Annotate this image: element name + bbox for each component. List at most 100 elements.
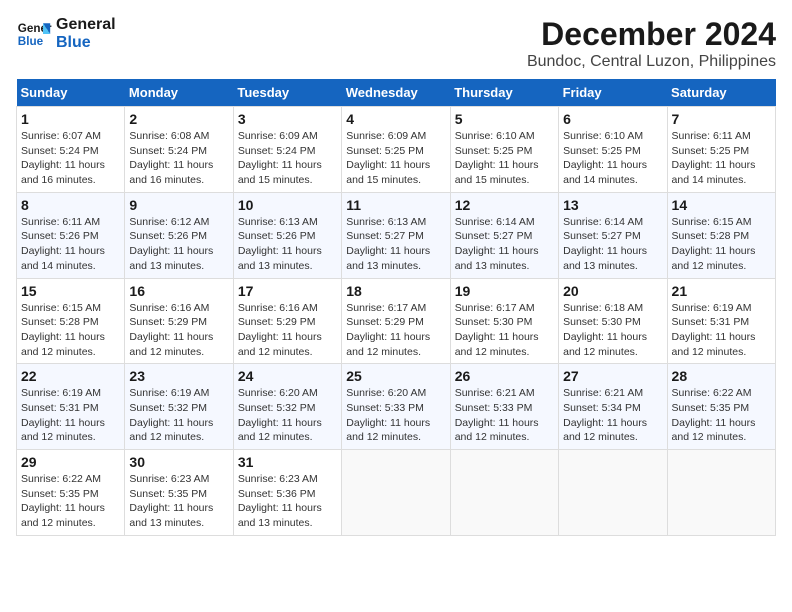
daylight-label: Daylight: 11 hours and 12 minutes. — [455, 331, 539, 358]
day-number: 28 — [672, 368, 771, 384]
day-info: Sunrise: 6:14 AM Sunset: 5:27 PM Dayligh… — [563, 215, 662, 274]
day-number: 17 — [238, 283, 337, 299]
day-info: Sunrise: 6:09 AM Sunset: 5:24 PM Dayligh… — [238, 129, 337, 188]
calendar-cell: 18 Sunrise: 6:17 AM Sunset: 5:29 PM Dayl… — [342, 278, 450, 364]
sunset-label: Sunset: 5:25 PM — [346, 145, 424, 157]
daylight-label: Daylight: 11 hours and 12 minutes. — [21, 331, 105, 358]
calendar-cell — [450, 450, 558, 536]
calendar-week-2: 8 Sunrise: 6:11 AM Sunset: 5:26 PM Dayli… — [17, 192, 776, 278]
calendar-week-1: 1 Sunrise: 6:07 AM Sunset: 5:24 PM Dayli… — [17, 107, 776, 193]
page-container: General Blue General Blue December 2024 … — [16, 16, 776, 536]
weekday-header-thursday: Thursday — [450, 79, 558, 107]
day-info: Sunrise: 6:21 AM Sunset: 5:34 PM Dayligh… — [563, 386, 662, 445]
daylight-label: Daylight: 11 hours and 16 minutes. — [129, 159, 213, 186]
sunset-label: Sunset: 5:28 PM — [21, 316, 99, 328]
day-info: Sunrise: 6:17 AM Sunset: 5:30 PM Dayligh… — [455, 301, 554, 360]
daylight-label: Daylight: 11 hours and 12 minutes. — [672, 417, 756, 444]
day-info: Sunrise: 6:13 AM Sunset: 5:27 PM Dayligh… — [346, 215, 445, 274]
day-number: 18 — [346, 283, 445, 299]
sunset-label: Sunset: 5:32 PM — [129, 402, 207, 414]
calendar-cell — [559, 450, 667, 536]
day-number: 13 — [563, 197, 662, 213]
day-number: 26 — [455, 368, 554, 384]
day-number: 4 — [346, 111, 445, 127]
day-info: Sunrise: 6:09 AM Sunset: 5:25 PM Dayligh… — [346, 129, 445, 188]
header: General Blue General Blue December 2024 … — [16, 16, 776, 71]
sunset-label: Sunset: 5:25 PM — [672, 145, 750, 157]
day-info: Sunrise: 6:15 AM Sunset: 5:28 PM Dayligh… — [21, 301, 120, 360]
sunrise-label: Sunrise: 6:13 AM — [238, 216, 318, 228]
daylight-label: Daylight: 11 hours and 12 minutes. — [129, 417, 213, 444]
daylight-label: Daylight: 11 hours and 12 minutes. — [346, 331, 430, 358]
sunset-label: Sunset: 5:35 PM — [672, 402, 750, 414]
daylight-label: Daylight: 11 hours and 13 minutes. — [129, 245, 213, 272]
daylight-label: Daylight: 11 hours and 13 minutes. — [563, 245, 647, 272]
day-number: 6 — [563, 111, 662, 127]
daylight-label: Daylight: 11 hours and 13 minutes. — [346, 245, 430, 272]
day-number: 27 — [563, 368, 662, 384]
title-section: December 2024 Bundoc, Central Luzon, Phi… — [527, 16, 776, 71]
sunset-label: Sunset: 5:26 PM — [238, 230, 316, 242]
day-number: 25 — [346, 368, 445, 384]
day-info: Sunrise: 6:20 AM Sunset: 5:33 PM Dayligh… — [346, 386, 445, 445]
calendar-cell: 6 Sunrise: 6:10 AM Sunset: 5:25 PM Dayli… — [559, 107, 667, 193]
daylight-label: Daylight: 11 hours and 15 minutes. — [455, 159, 539, 186]
day-number: 5 — [455, 111, 554, 127]
sunset-label: Sunset: 5:27 PM — [455, 230, 533, 242]
sunset-label: Sunset: 5:30 PM — [563, 316, 641, 328]
calendar-cell: 23 Sunrise: 6:19 AM Sunset: 5:32 PM Dayl… — [125, 364, 233, 450]
day-number: 24 — [238, 368, 337, 384]
day-number: 20 — [563, 283, 662, 299]
daylight-label: Daylight: 11 hours and 12 minutes. — [563, 331, 647, 358]
daylight-label: Daylight: 11 hours and 16 minutes. — [21, 159, 105, 186]
weekday-header-row: SundayMondayTuesdayWednesdayThursdayFrid… — [17, 79, 776, 107]
daylight-label: Daylight: 11 hours and 12 minutes. — [238, 331, 322, 358]
svg-text:Blue: Blue — [18, 35, 44, 48]
sunset-label: Sunset: 5:32 PM — [238, 402, 316, 414]
day-info: Sunrise: 6:13 AM Sunset: 5:26 PM Dayligh… — [238, 215, 337, 274]
day-info: Sunrise: 6:17 AM Sunset: 5:29 PM Dayligh… — [346, 301, 445, 360]
sunrise-label: Sunrise: 6:13 AM — [346, 216, 426, 228]
calendar-cell: 12 Sunrise: 6:14 AM Sunset: 5:27 PM Dayl… — [450, 192, 558, 278]
day-info: Sunrise: 6:19 AM Sunset: 5:32 PM Dayligh… — [129, 386, 228, 445]
sunrise-label: Sunrise: 6:14 AM — [563, 216, 643, 228]
sunset-label: Sunset: 5:24 PM — [21, 145, 99, 157]
sunrise-label: Sunrise: 6:11 AM — [672, 130, 751, 142]
day-info: Sunrise: 6:12 AM Sunset: 5:26 PM Dayligh… — [129, 215, 228, 274]
daylight-label: Daylight: 11 hours and 14 minutes. — [672, 159, 756, 186]
day-info: Sunrise: 6:20 AM Sunset: 5:32 PM Dayligh… — [238, 386, 337, 445]
day-number: 3 — [238, 111, 337, 127]
day-number: 11 — [346, 197, 445, 213]
calendar-subtitle: Bundoc, Central Luzon, Philippines — [527, 53, 776, 71]
calendar-cell: 4 Sunrise: 6:09 AM Sunset: 5:25 PM Dayli… — [342, 107, 450, 193]
day-info: Sunrise: 6:19 AM Sunset: 5:31 PM Dayligh… — [672, 301, 771, 360]
sunrise-label: Sunrise: 6:10 AM — [455, 130, 535, 142]
sunrise-label: Sunrise: 6:09 AM — [238, 130, 318, 142]
day-info: Sunrise: 6:10 AM Sunset: 5:25 PM Dayligh… — [563, 129, 662, 188]
sunrise-label: Sunrise: 6:22 AM — [21, 473, 101, 485]
day-number: 22 — [21, 368, 120, 384]
calendar-cell: 29 Sunrise: 6:22 AM Sunset: 5:35 PM Dayl… — [17, 450, 125, 536]
day-number: 31 — [238, 454, 337, 470]
sunset-label: Sunset: 5:33 PM — [455, 402, 533, 414]
calendar-cell: 5 Sunrise: 6:10 AM Sunset: 5:25 PM Dayli… — [450, 107, 558, 193]
day-info: Sunrise: 6:11 AM Sunset: 5:25 PM Dayligh… — [672, 129, 771, 188]
calendar-cell: 20 Sunrise: 6:18 AM Sunset: 5:30 PM Dayl… — [559, 278, 667, 364]
calendar-cell: 1 Sunrise: 6:07 AM Sunset: 5:24 PM Dayli… — [17, 107, 125, 193]
day-number: 7 — [672, 111, 771, 127]
calendar-week-4: 22 Sunrise: 6:19 AM Sunset: 5:31 PM Dayl… — [17, 364, 776, 450]
day-info: Sunrise: 6:23 AM Sunset: 5:36 PM Dayligh… — [238, 472, 337, 531]
calendar-cell: 25 Sunrise: 6:20 AM Sunset: 5:33 PM Dayl… — [342, 364, 450, 450]
day-info: Sunrise: 6:07 AM Sunset: 5:24 PM Dayligh… — [21, 129, 120, 188]
calendar-cell: 3 Sunrise: 6:09 AM Sunset: 5:24 PM Dayli… — [233, 107, 341, 193]
sunset-label: Sunset: 5:26 PM — [21, 230, 99, 242]
weekday-header-friday: Friday — [559, 79, 667, 107]
day-info: Sunrise: 6:22 AM Sunset: 5:35 PM Dayligh… — [21, 472, 120, 531]
calendar-cell: 24 Sunrise: 6:20 AM Sunset: 5:32 PM Dayl… — [233, 364, 341, 450]
calendar-week-5: 29 Sunrise: 6:22 AM Sunset: 5:35 PM Dayl… — [17, 450, 776, 536]
sunrise-label: Sunrise: 6:14 AM — [455, 216, 535, 228]
calendar-cell: 28 Sunrise: 6:22 AM Sunset: 5:35 PM Dayl… — [667, 364, 775, 450]
weekday-header-wednesday: Wednesday — [342, 79, 450, 107]
day-info: Sunrise: 6:14 AM Sunset: 5:27 PM Dayligh… — [455, 215, 554, 274]
sunrise-label: Sunrise: 6:09 AM — [346, 130, 426, 142]
